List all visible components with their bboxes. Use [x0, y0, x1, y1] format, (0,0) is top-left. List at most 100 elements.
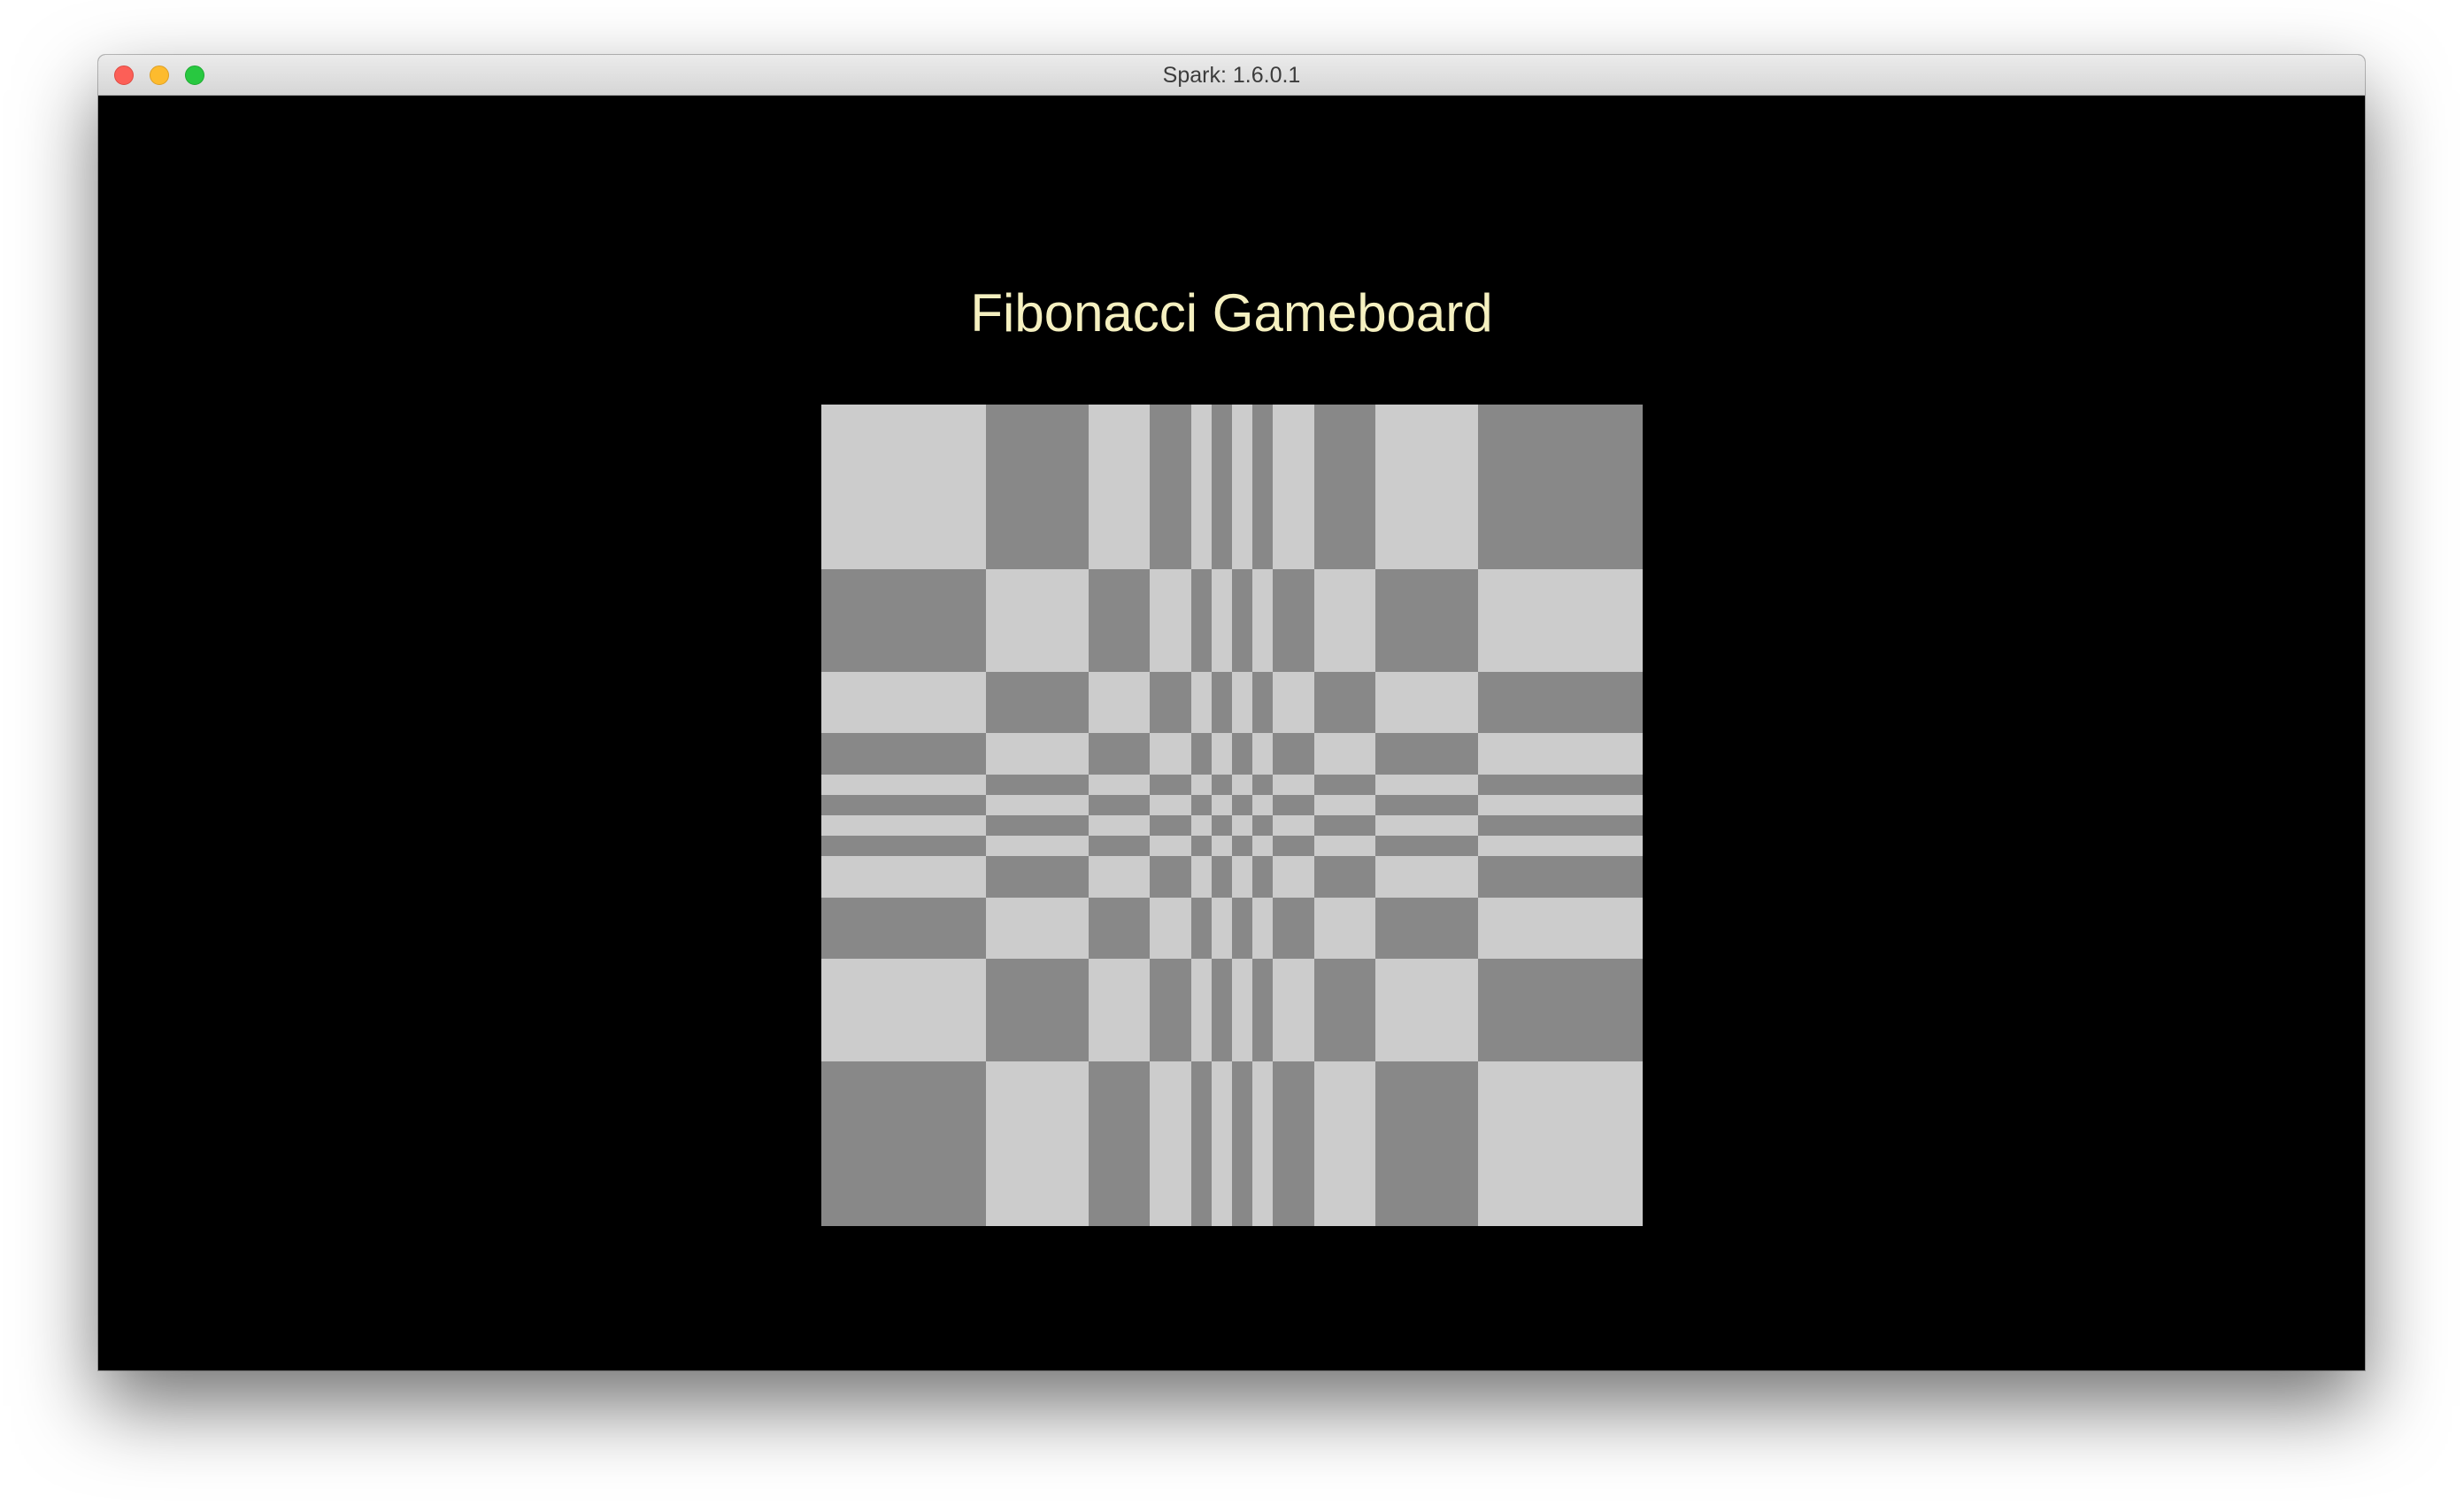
window-title: Spark: 1.6.0.1	[1162, 63, 1301, 88]
board-cell	[1314, 795, 1375, 815]
board-cell	[986, 733, 1089, 775]
board-cell	[1478, 836, 1643, 856]
board-cell	[1089, 856, 1150, 898]
board-cell	[1314, 775, 1375, 795]
board-cell	[1252, 898, 1273, 959]
board-cell	[821, 733, 986, 775]
board-cell	[1089, 672, 1150, 733]
board-cell	[1314, 898, 1375, 959]
board-cell	[821, 795, 986, 815]
board-cell	[986, 836, 1089, 856]
board-cell	[1273, 959, 1314, 1061]
board-cell	[1232, 733, 1252, 775]
board-cell	[986, 569, 1089, 672]
board-cell	[1375, 672, 1478, 733]
board-cell	[1252, 569, 1273, 672]
board-cell	[1252, 836, 1273, 856]
board-cell	[1191, 795, 1212, 815]
canvas-area: Fibonacci Gameboard	[98, 96, 2365, 1370]
board-cell	[1478, 815, 1643, 836]
board-cell	[1212, 775, 1232, 795]
board-cell	[1252, 856, 1273, 898]
board-cell	[821, 405, 986, 569]
board-cell	[1232, 856, 1252, 898]
board-cell	[1212, 405, 1232, 569]
board-cell	[1273, 569, 1314, 672]
board-cell	[1212, 856, 1232, 898]
board-cell	[1089, 1061, 1150, 1226]
board-cell	[1191, 815, 1212, 836]
board-cell	[1375, 1061, 1478, 1226]
board-cell	[1191, 672, 1212, 733]
board-cell	[1212, 672, 1232, 733]
board-cell	[821, 569, 986, 672]
board-cell	[1252, 672, 1273, 733]
board-cell	[986, 856, 1089, 898]
board-cell	[1212, 815, 1232, 836]
board-cell	[1375, 898, 1478, 959]
board-cell	[1273, 898, 1314, 959]
board-cell	[1314, 733, 1375, 775]
board-cell	[1478, 405, 1643, 569]
board-cell	[1478, 1061, 1643, 1226]
board-cell	[1314, 672, 1375, 733]
board-cell	[986, 775, 1089, 795]
board-cell	[1150, 405, 1191, 569]
board-cell	[1314, 815, 1375, 836]
board-cell	[1191, 898, 1212, 959]
board-cell	[1375, 405, 1478, 569]
board-cell	[1089, 815, 1150, 836]
board-cell	[1089, 898, 1150, 959]
board-cell	[1191, 856, 1212, 898]
board-cell	[1191, 733, 1212, 775]
board-cell	[1232, 672, 1252, 733]
board-cell	[1252, 775, 1273, 795]
board-cell	[1232, 795, 1252, 815]
board-cell	[1089, 959, 1150, 1061]
board-cell	[1478, 672, 1643, 733]
board-cell	[1478, 898, 1643, 959]
board-cell	[1375, 569, 1478, 672]
board-cell	[1212, 836, 1232, 856]
board-cell	[1232, 1061, 1252, 1226]
board-cell	[1273, 405, 1314, 569]
board-cell	[986, 1061, 1089, 1226]
app-window: Spark: 1.6.0.1 Fibonacci Gameboard	[98, 55, 2365, 1370]
board-cell	[1478, 733, 1643, 775]
board-cell	[821, 856, 986, 898]
board-cell	[1478, 959, 1643, 1061]
board-cell	[986, 815, 1089, 836]
board-cell	[1150, 856, 1191, 898]
board-cell	[1212, 1061, 1232, 1226]
board-cell	[1212, 959, 1232, 1061]
board-cell	[1150, 775, 1191, 795]
board-cell	[1232, 405, 1252, 569]
board-cell	[1150, 836, 1191, 856]
board-cell	[1273, 775, 1314, 795]
board-cell	[1252, 959, 1273, 1061]
board-cell	[1089, 569, 1150, 672]
board-cell	[1089, 795, 1150, 815]
board-cell	[1252, 815, 1273, 836]
board-cell	[1232, 959, 1252, 1061]
board-cell	[1191, 405, 1212, 569]
title-bar[interactable]: Spark: 1.6.0.1	[98, 55, 2365, 96]
board-cell	[1089, 405, 1150, 569]
board-cell	[1273, 733, 1314, 775]
board-cell	[986, 959, 1089, 1061]
board-cell	[1150, 1061, 1191, 1226]
board-cell	[1375, 733, 1478, 775]
board-cell	[986, 898, 1089, 959]
board-cell	[1375, 856, 1478, 898]
board-cell	[1375, 775, 1478, 795]
board-cell	[1232, 775, 1252, 795]
board-cell	[1478, 795, 1643, 815]
board-cell	[1212, 733, 1232, 775]
board-cell	[1314, 405, 1375, 569]
board-cell	[1191, 569, 1212, 672]
board-cell	[1252, 733, 1273, 775]
board-cell	[1314, 959, 1375, 1061]
board-cell	[1232, 836, 1252, 856]
board-cell	[1150, 898, 1191, 959]
board-cell	[821, 672, 986, 733]
